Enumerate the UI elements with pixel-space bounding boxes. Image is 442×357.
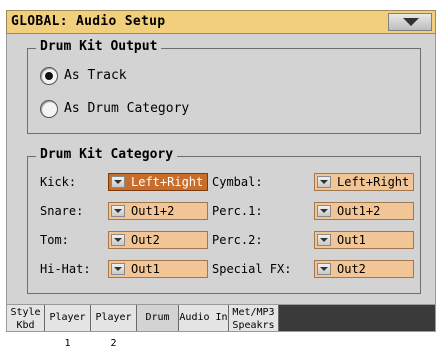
radio-selected-dot <box>45 72 53 80</box>
main-panel: Drum Kit Output As Track As Drum Categor… <box>6 34 436 304</box>
radio-button[interactable] <box>40 100 58 118</box>
snare-label: Snare: <box>40 204 84 218</box>
chevron-down-icon <box>114 238 122 242</box>
tab-label: Player 2 <box>95 312 132 349</box>
tab-label: Audio In <box>179 312 228 323</box>
special-fx-label: Special FX: <box>212 262 292 276</box>
chevron-down-icon <box>320 238 328 242</box>
tom-label: Tom: <box>40 233 69 247</box>
tab-player-2[interactable]: Player 2 <box>91 305 137 349</box>
tab-met-mp3-speakers[interactable]: Met/MP3 Speakrs <box>229 305 279 331</box>
drum-kit-category-title: Drum Kit Category <box>36 147 178 162</box>
dropdown-button[interactable] <box>317 234 331 246</box>
tab-label-line1: Style <box>10 307 41 318</box>
chevron-down-icon <box>320 209 328 213</box>
dropdown-button[interactable] <box>111 234 125 246</box>
dropdown-button[interactable] <box>111 263 125 275</box>
drum-kit-output-group: Drum Kit Output As Track As Drum Categor… <box>27 39 421 134</box>
chevron-down-icon <box>114 209 122 213</box>
perc2-output-select[interactable]: Out1 <box>314 231 414 249</box>
perc2-label: Perc.2: <box>212 233 263 247</box>
dropdown-button[interactable] <box>111 205 125 217</box>
title-bar: GLOBAL: Audio Setup <box>6 10 436 34</box>
snare-output-select[interactable]: Out1+2 <box>108 202 208 220</box>
dropdown-button[interactable] <box>317 263 331 275</box>
kick-label: Kick: <box>40 175 77 189</box>
radio-label: As Track <box>64 68 127 83</box>
tab-audio-in[interactable]: Audio In <box>179 305 229 331</box>
chevron-down-icon <box>114 267 122 271</box>
special-fx-output-value: Out2 <box>337 262 366 276</box>
cymbal-output-select[interactable]: Left+Right <box>314 173 414 191</box>
tab-label-line2: Speakrs <box>232 320 275 331</box>
radio-label: As Drum Category <box>64 101 190 116</box>
tab-label-line2: Kbd <box>16 320 35 331</box>
page-menu-button[interactable] <box>388 13 432 31</box>
special-fx-output-select[interactable]: Out2 <box>314 260 414 278</box>
hihat-output-select[interactable]: Out1 <box>108 260 208 278</box>
tab-drum[interactable]: Drum <box>137 305 179 331</box>
perc2-output-value: Out1 <box>337 233 366 247</box>
tab-player-1[interactable]: Player 1 <box>45 305 91 349</box>
hihat-label: Hi-Hat: <box>40 262 91 276</box>
tab-label: Drum <box>145 312 170 323</box>
perc1-label: Perc.1: <box>212 204 263 218</box>
drum-kit-category-group: Drum Kit Category Kick: Left+Right Snare… <box>27 147 421 294</box>
page-title: GLOBAL: Audio Setup <box>11 14 166 29</box>
tom-output-select[interactable]: Out2 <box>108 231 208 249</box>
tab-label: Player 1 <box>49 312 86 349</box>
radio-button[interactable] <box>40 67 58 85</box>
chevron-down-icon <box>114 180 122 184</box>
snare-output-value: Out1+2 <box>131 204 175 218</box>
kick-output-select[interactable]: Left+Right <box>108 173 208 191</box>
chevron-down-icon <box>403 18 419 26</box>
drum-kit-output-title: Drum Kit Output <box>36 39 162 54</box>
perc1-output-value: Out1+2 <box>337 204 381 218</box>
tab-label-line1: Met/MP3 <box>232 307 275 318</box>
kick-output-value: Left+Right <box>131 175 204 189</box>
chevron-down-icon <box>320 180 328 184</box>
dropdown-button[interactable] <box>317 176 331 188</box>
audio-setup-window: GLOBAL: Audio Setup Drum Kit Output As T… <box>0 0 442 349</box>
cymbal-output-value: Left+Right <box>337 175 410 189</box>
chevron-down-icon <box>320 267 328 271</box>
dropdown-button[interactable] <box>317 205 331 217</box>
tom-output-value: Out2 <box>131 233 160 247</box>
perc1-output-select[interactable]: Out1+2 <box>314 202 414 220</box>
dropdown-button[interactable] <box>111 176 125 188</box>
tab-style-kbd[interactable]: Style Kbd <box>7 305 45 331</box>
hihat-output-value: Out1 <box>131 262 160 276</box>
cymbal-label: Cymbal: <box>212 175 263 189</box>
tab-bar: Style Kbd Player 1 Player 2 Drum Audio I… <box>6 304 436 349</box>
